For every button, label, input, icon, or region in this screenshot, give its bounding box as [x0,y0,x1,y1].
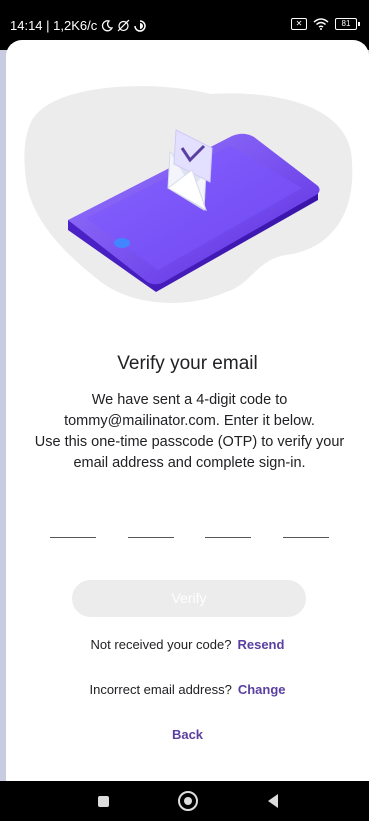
status-left: 14:14 | 1,2K6/c [10,18,146,33]
back-triangle-icon[interactable] [268,794,278,808]
data-saver-icon [134,19,146,32]
description-line: We have sent a 4-digit code to [91,392,288,408]
wifi-icon [313,18,329,30]
otp-digit-2[interactable] [128,537,174,538]
page-title: Verify your email [117,353,258,374]
muted-alarm-icon [117,19,130,32]
recents-square-icon[interactable] [98,796,109,807]
status-time: 14:14 | 1,2K6/c [10,18,98,33]
change-email-row: Incorrect email address? Change [6,682,369,697]
otp-input-row [50,537,333,538]
change-email-link[interactable]: Change [238,682,286,697]
otp-digit-1[interactable] [50,537,96,538]
verification-description: We have sent a 4-digit code to tommy@mai… [8,390,369,474]
email-phone-illustration [24,86,353,303]
resend-row: Not received your code? Resend [6,637,369,652]
resend-prompt: Not received your code? [90,637,232,652]
system-nav-bar [0,781,369,821]
otp-digit-4[interactable] [283,537,329,538]
description-line: Use this one-time passcode (OTP) to veri… [34,434,345,450]
moon-icon [102,19,114,31]
otp-digit-3[interactable] [205,537,251,538]
back-row: Back [6,727,369,742]
description-line: email address and complete sign-in. [73,455,306,471]
sim-icon: ✕ [291,18,307,30]
verify-button[interactable]: Verify [72,580,306,617]
back-link[interactable]: Back [172,727,203,742]
description-line: tommy@mailinator.com. Enter it below. [64,413,315,429]
change-prompt: Incorrect email address? [89,682,232,697]
status-right: ✕ 81 [291,18,360,30]
home-circle-icon[interactable] [178,791,198,811]
verification-sheet: Verify your email We have sent a 4-digit… [6,40,369,781]
resend-link[interactable]: Resend [237,637,284,652]
battery-icon: 81 [335,18,360,30]
